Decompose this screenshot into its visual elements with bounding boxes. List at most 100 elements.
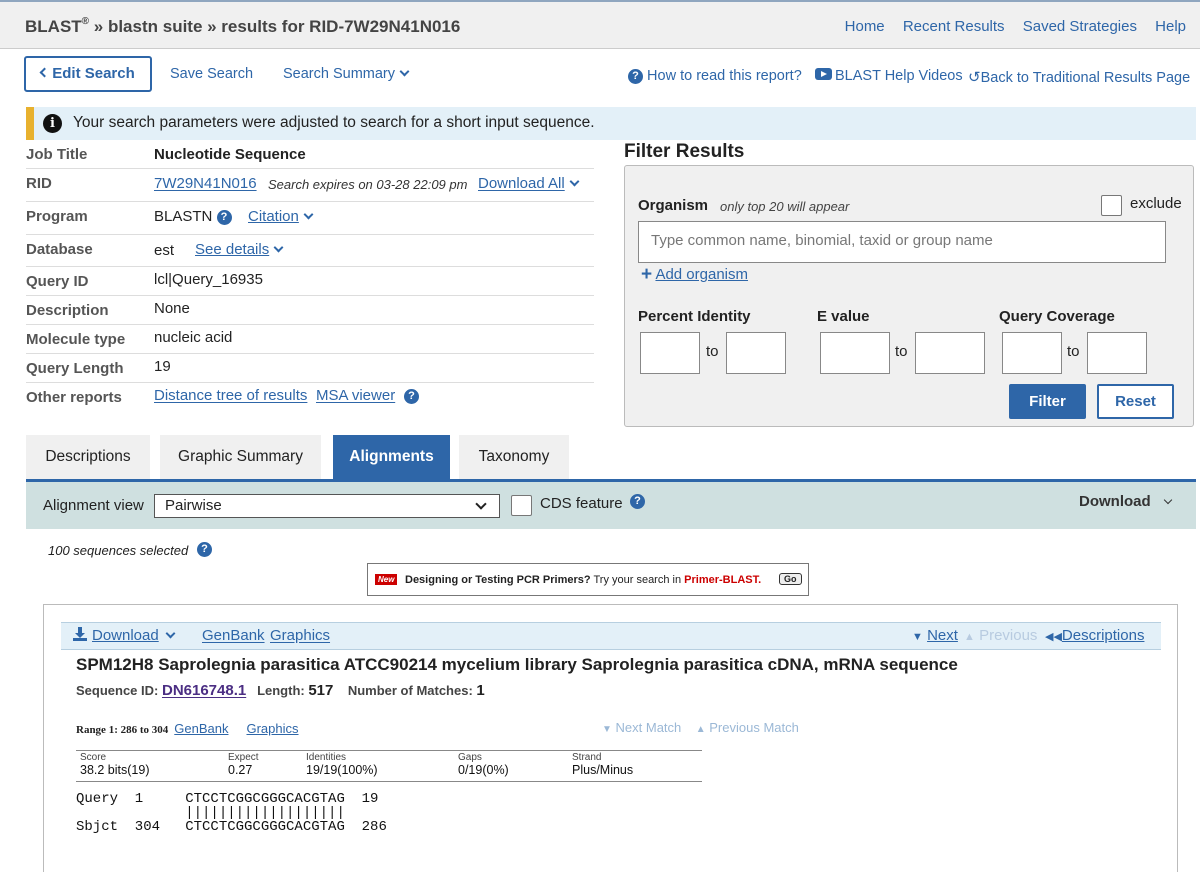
job-title-value: Nucleotide Sequence: [154, 146, 306, 163]
blast-logo[interactable]: BLAST: [25, 17, 82, 36]
edit-search-button[interactable]: Edit Search: [24, 56, 152, 92]
stat-identities: Identities 19/19(100%): [306, 752, 378, 777]
filter-button[interactable]: Filter: [1009, 384, 1086, 419]
next-match-label: Next Match: [615, 720, 682, 735]
next-match-link[interactable]: ▼ Next Match: [602, 720, 681, 735]
how-to-read-label: How to read this report?: [647, 68, 802, 84]
query-id-row: Query ID lcl|Query_16935: [26, 267, 594, 296]
nav-recent-results[interactable]: Recent Results: [903, 18, 1005, 35]
help-icon[interactable]: ?: [630, 494, 645, 509]
database-value: est: [154, 242, 175, 259]
alignment-text: Query 1 CTCCTCGGCGGGCACGTAG 19 |||||||||…: [76, 792, 387, 834]
help-icon[interactable]: ?: [216, 210, 232, 225]
primer-ad-text: Designing or Testing PCR Primers? Try yo…: [405, 574, 761, 586]
chevron-down-icon: [273, 242, 284, 253]
back-traditional-link[interactable]: ↺Back to Traditional Results Page: [968, 68, 1190, 86]
help-icon: ?: [628, 69, 643, 84]
rid-row: RID 7W29N41N016 Search expires on 03-28 …: [26, 169, 594, 202]
percent-identity-max-input[interactable]: [726, 332, 786, 374]
info-icon: i: [43, 114, 62, 133]
how-to-read-link[interactable]: ? How to read this report?: [628, 68, 802, 84]
previous-link[interactable]: ▲ Previous: [964, 627, 1037, 644]
triangle-down-icon: ▼: [602, 724, 612, 735]
previous-match-link[interactable]: ▲ Previous Match: [696, 720, 799, 735]
citation-button[interactable]: Citation: [248, 208, 314, 225]
description-row: Description None: [26, 296, 594, 325]
nav-home[interactable]: Home: [845, 18, 885, 35]
e-value-max-input[interactable]: [915, 332, 985, 374]
alignment-view-select[interactable]: Pairwise: [154, 494, 500, 518]
exclude-checkbox[interactable]: [1101, 195, 1122, 216]
cds-feature-checkbox[interactable]: [511, 495, 532, 516]
reset-button[interactable]: Reset: [1097, 384, 1174, 419]
primer-blast-ad[interactable]: New Designing or Testing PCR Primers? Tr…: [367, 563, 809, 596]
exclude-label: exclude: [1130, 195, 1182, 212]
help-icon[interactable]: ?: [197, 542, 212, 557]
other-reports-row: Other reports Distance tree of results M…: [26, 383, 594, 412]
description-value: None: [154, 300, 190, 317]
go-button[interactable]: Go: [779, 573, 802, 585]
job-title-row: Job Title Nucleotide Sequence: [26, 140, 594, 169]
nav-saved-strategies[interactable]: Saved Strategies: [1023, 18, 1137, 35]
stat-score-value: 38.2 bits(19): [80, 763, 150, 777]
tab-descriptions[interactable]: Descriptions: [26, 435, 150, 480]
next-label: Next: [927, 627, 958, 644]
primer-blast-link[interactable]: Primer-BLAST.: [684, 574, 761, 586]
range-label: Range 1: 286 to 304: [76, 724, 169, 736]
alignment-download-button[interactable]: Download: [1079, 493, 1172, 510]
help-videos-link[interactable]: BLAST Help Videos: [815, 68, 963, 84]
help-videos-label: BLAST Help Videos: [835, 68, 963, 84]
top-bar: BLAST® » blastn suite » results for RID-…: [0, 0, 1200, 49]
download-all-label: Download All: [478, 175, 565, 192]
subject-line: Sbjct 304 CTCCTCGGCGGGCACGTAG 286: [76, 819, 387, 835]
rid-link[interactable]: 7W29N41N016: [154, 175, 257, 192]
back-traditional-label: Back to Traditional Results Page: [980, 70, 1191, 86]
tab-taxonomy[interactable]: Taxonomy: [459, 435, 569, 480]
database-label: Database: [26, 241, 93, 258]
to-label: to: [706, 343, 719, 360]
sequence-id-link[interactable]: DN616748.1: [162, 682, 246, 699]
triangle-down-icon: ▼: [912, 631, 923, 643]
range-graphics-link[interactable]: Graphics: [246, 721, 298, 736]
range-genbank-link[interactable]: GenBank: [174, 721, 228, 736]
undo-icon: ↺: [968, 69, 981, 86]
breadcrumb-path: » blastn suite » results for RID-7W29N41…: [89, 17, 461, 36]
program-label: Program: [26, 208, 88, 225]
search-summary-button[interactable]: Search Summary: [283, 66, 410, 82]
percent-identity-min-input[interactable]: [640, 332, 700, 374]
query-length-row: Query Length 19: [26, 354, 594, 383]
program-row: Program BLASTN ? Citation: [26, 202, 594, 235]
descriptions-link[interactable]: ◀◀Descriptions: [1045, 627, 1144, 644]
see-details-button[interactable]: See details: [195, 241, 284, 258]
stat-score: Score 38.2 bits(19): [80, 752, 149, 777]
query-coverage-min-input[interactable]: [1002, 332, 1062, 374]
chevron-left-icon: [39, 67, 50, 78]
matches-label: Number of Matches:: [347, 683, 473, 698]
tab-graphic-summary[interactable]: Graphic Summary: [160, 435, 321, 480]
length-value: 517: [308, 682, 334, 699]
add-organism-button[interactable]: + Add organism: [641, 264, 748, 286]
tab-alignments[interactable]: Alignments: [333, 435, 450, 480]
next-link[interactable]: ▼ Next: [912, 627, 958, 644]
msa-viewer-link[interactable]: MSA viewer: [316, 387, 395, 404]
organism-input[interactable]: Type common name, binomial, taxid or gro…: [638, 221, 1166, 263]
help-icon[interactable]: ?: [404, 389, 419, 404]
organism-note: only top 20 will appear: [720, 199, 850, 214]
stat-strand: Strand Plus/Minus: [572, 752, 633, 777]
result-download-button[interactable]: Download: [73, 627, 176, 644]
distance-tree-link[interactable]: Distance tree of results: [154, 387, 307, 404]
download-all-button[interactable]: Download All: [478, 175, 580, 192]
nav-help[interactable]: Help: [1155, 18, 1186, 35]
description-label: Description: [26, 302, 109, 319]
save-search-button[interactable]: Save Search: [170, 66, 253, 82]
match-nav: ▼ Next Match ▲ Previous Match: [602, 720, 799, 735]
query-length-label: Query Length: [26, 360, 124, 377]
alignment-download-label: Download: [1079, 493, 1151, 510]
e-value-min-input[interactable]: [820, 332, 890, 374]
new-badge: New: [375, 574, 398, 585]
graphics-link[interactable]: Graphics: [270, 627, 330, 644]
query-id-label: Query ID: [26, 273, 89, 290]
query-coverage-max-input[interactable]: [1087, 332, 1147, 374]
edit-search-label: Edit Search: [52, 65, 135, 82]
genbank-link[interactable]: GenBank: [202, 627, 265, 644]
